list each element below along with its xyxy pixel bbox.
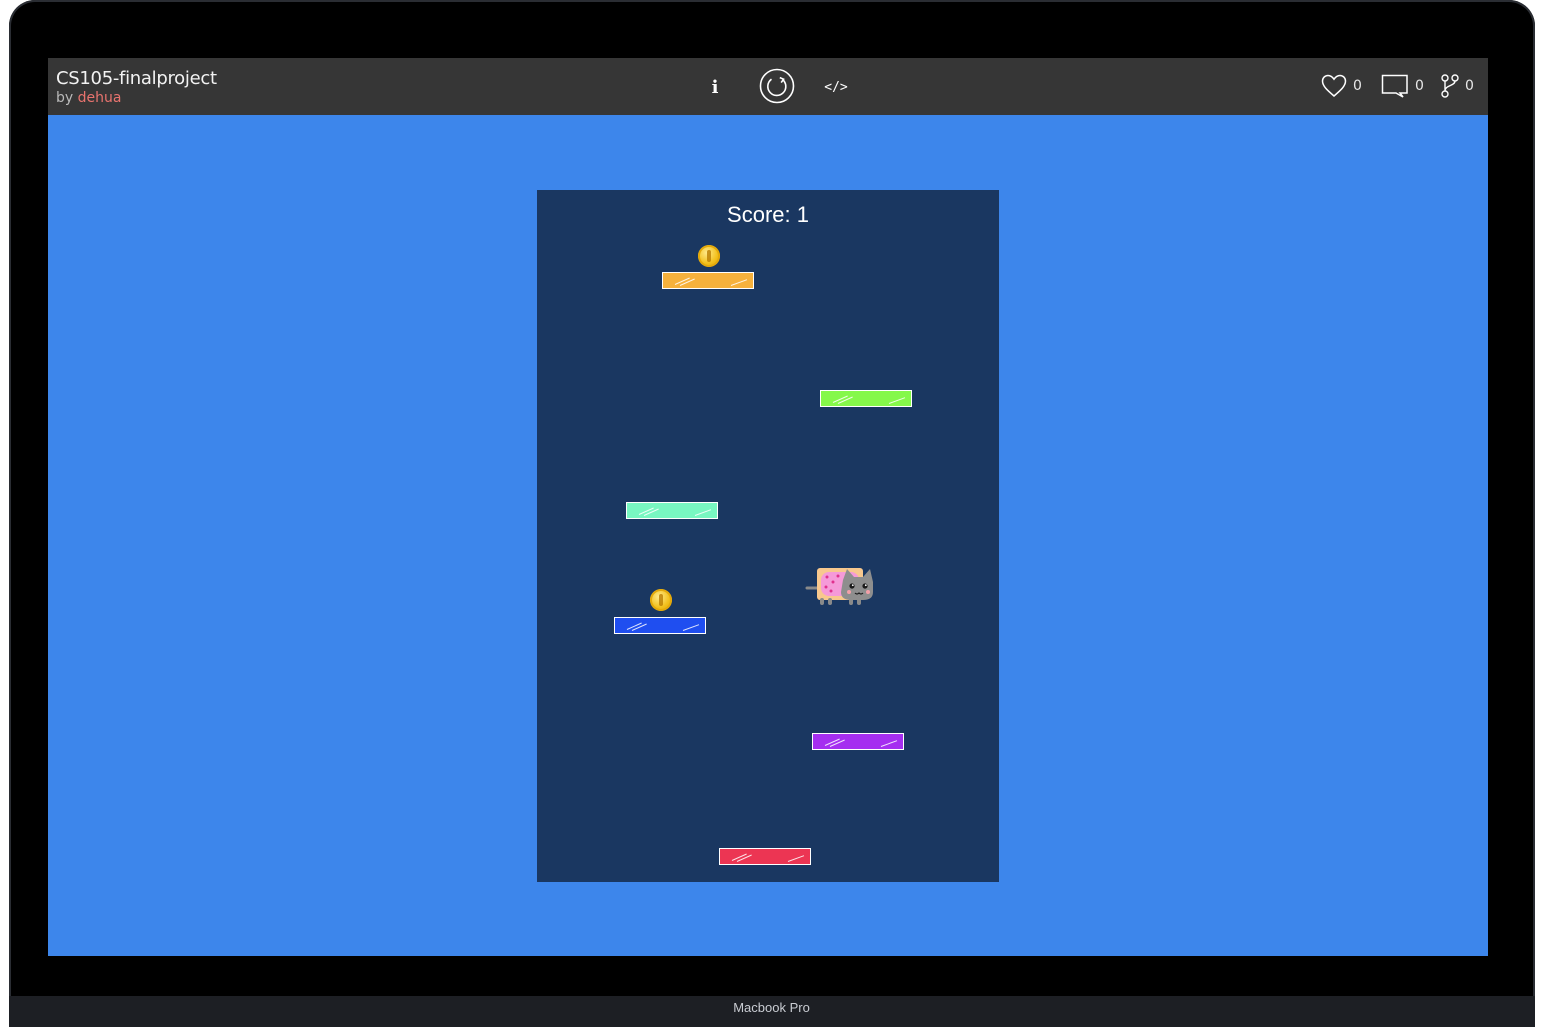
heart-icon: [1321, 74, 1347, 97]
forks-button[interactable]: 0: [1441, 74, 1474, 98]
comments-count: 0: [1415, 78, 1424, 94]
platform-red: [719, 848, 811, 865]
code-button[interactable]: </>: [824, 76, 848, 98]
byline: by dehua: [56, 90, 121, 106]
project-title[interactable]: CS105-finalproject: [56, 68, 217, 89]
comment-icon: [1381, 74, 1408, 98]
game-canvas[interactable]: Score: 1: [537, 190, 999, 882]
restart-button[interactable]: [759, 68, 795, 104]
fork-icon: [1441, 74, 1459, 98]
by-prefix: by: [56, 90, 74, 106]
author-link[interactable]: dehua: [78, 90, 122, 106]
browser-screen: CS105-finalproject by dehua i </> 0 0 0 …: [48, 58, 1488, 956]
platform-blue: [614, 617, 706, 634]
likes-count: 0: [1353, 78, 1362, 94]
comments-button[interactable]: 0: [1381, 74, 1424, 98]
info-button[interactable]: i: [704, 74, 726, 100]
device-label: Macbook Pro: [733, 1000, 810, 1015]
likes-button[interactable]: 0: [1321, 74, 1362, 98]
coin: [698, 245, 720, 267]
platform-purple: [812, 733, 904, 750]
nyan-cat-player: [805, 568, 873, 605]
platform-orange: [662, 272, 754, 289]
forks-count: 0: [1465, 78, 1474, 94]
coin: [650, 589, 672, 611]
platform-mint: [626, 502, 718, 519]
score-label: Score: 1: [727, 202, 809, 227]
sketch-topbar: CS105-finalproject by dehua i </> 0 0 0: [48, 58, 1488, 115]
restart-icon: [759, 68, 795, 104]
platform-green: [820, 390, 912, 407]
